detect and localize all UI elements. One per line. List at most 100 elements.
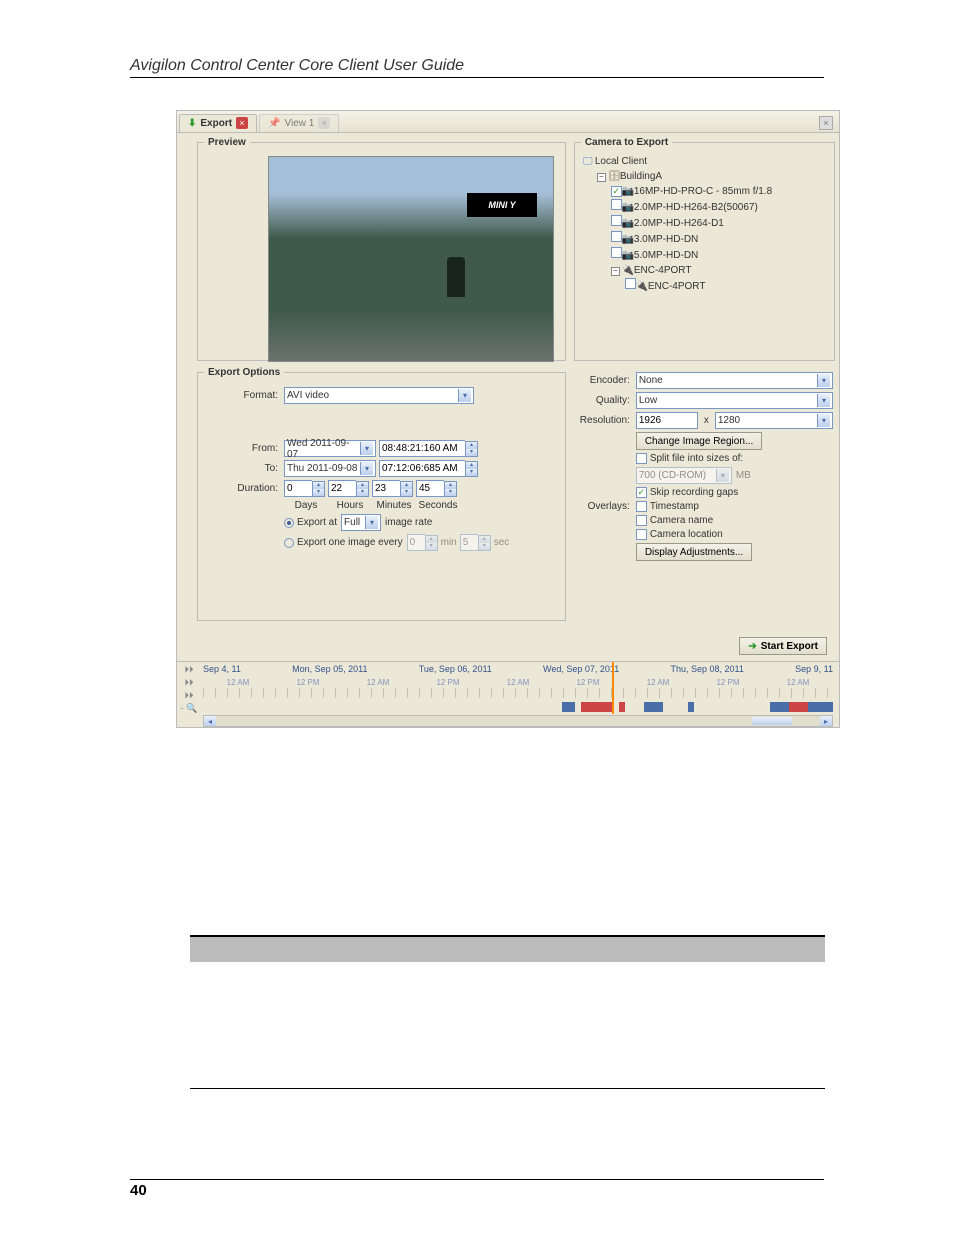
preview-sign-text: MINI Y <box>467 193 537 217</box>
to-time-input[interactable] <box>379 460 465 477</box>
checkbox-icon[interactable] <box>611 215 622 226</box>
step-icon[interactable]: ⏵⏵ <box>184 690 193 701</box>
camera-export-panel: Camera to Export 🖵Local Client −🗄Buildin… <box>574 137 835 361</box>
export-at-rate-select[interactable]: Full▾ <box>341 514 381 531</box>
tab-export[interactable]: ⬇ Export × <box>179 114 257 132</box>
table-header <box>190 936 508 962</box>
resolution-width-input[interactable] <box>636 412 698 429</box>
export-every-sec-input <box>460 534 478 551</box>
camera-icon: 📷 <box>622 232 634 247</box>
encoder-icon: 🔌 <box>636 279 648 294</box>
timeline[interactable]: ⏵⏵ ⏵⏵ ⏵⏵ - 🔍 Sep 4, 11 Mon, Sep 05, 2011… <box>177 661 839 727</box>
camera-item[interactable]: 📷3.0MP-HD-DN <box>611 231 828 247</box>
change-region-button[interactable]: Change Image Region... <box>636 432 762 450</box>
window-close[interactable]: × <box>819 116 833 130</box>
encoder-item[interactable]: −🔌ENC-4PORT 🔌ENC-4PORT <box>611 263 828 294</box>
format-select[interactable]: AVI video ▾ <box>284 387 474 404</box>
tab-view1-label: View 1 <box>285 118 315 129</box>
checkbox-icon[interactable] <box>611 231 622 242</box>
quality-select[interactable]: Low▾ <box>636 392 833 409</box>
tab-export-label: Export <box>200 118 232 129</box>
split-file-check[interactable]: Split file into sizes of: <box>636 453 743 464</box>
from-date-select[interactable]: Wed 2011-09-07▾ <box>284 440 376 457</box>
tab-view1[interactable]: 📌 View 1 × <box>259 114 339 132</box>
timeline-scrollbar[interactable]: ◂ ▸ <box>203 715 833 727</box>
camera-icon: 📷 <box>622 248 634 263</box>
from-label: From: <box>204 443 284 454</box>
export-options-legend: Export Options <box>204 367 284 378</box>
table-cell <box>190 962 508 1088</box>
format-value: AVI video <box>287 390 329 401</box>
overlay-cameralocation-check[interactable]: Camera location <box>636 529 723 540</box>
days-unit: Days <box>284 500 328 511</box>
expand-icon[interactable]: − <box>597 173 606 182</box>
export-window: ⬇ Export × 📌 View 1 × × Preview MINI Y E… <box>176 110 840 728</box>
camera-tree[interactable]: 🖵Local Client −🗄BuildingA ✓📷16MP-HD-PRO-… <box>581 154 828 294</box>
table-header <box>508 936 826 962</box>
checkbox-icon[interactable] <box>611 247 622 258</box>
camera-item[interactable]: 📷2.0MP-HD-H264-B2(50067) <box>611 199 828 215</box>
timeline-ticks <box>203 688 833 698</box>
overlay-timestamp-check[interactable]: Timestamp <box>636 501 699 512</box>
scroll-thumb[interactable] <box>752 717 792 725</box>
checkbox-icon[interactable]: ✓ <box>611 186 622 197</box>
display-adjustments-button[interactable]: Display Adjustments... <box>636 543 752 561</box>
export-icon: ⬇ <box>188 118 196 129</box>
overlays-label: Overlays: <box>576 501 636 512</box>
checkbox-icon[interactable] <box>625 278 636 289</box>
to-date-select[interactable]: Thu 2011-09-08▾ <box>284 460 376 477</box>
chevron-down-icon: ▾ <box>458 389 471 402</box>
timeline-dates: Sep 4, 11 Mon, Sep 05, 2011 Tue, Sep 06,… <box>203 664 833 674</box>
resolution-height-select[interactable]: 1280▾ <box>715 412 833 429</box>
hours-unit: Hours <box>328 500 372 511</box>
expand-icon[interactable]: − <box>611 267 620 276</box>
to-time-spinner[interactable]: ▴▾ <box>465 461 478 477</box>
play-icon[interactable]: ⏵⏵ <box>184 664 193 675</box>
to-label: To: <box>204 463 284 474</box>
start-export-button[interactable]: ➔Start Export <box>739 637 827 655</box>
checkbox-icon[interactable] <box>611 199 622 210</box>
zoom-icon[interactable]: - 🔍 <box>181 703 198 714</box>
camera-item[interactable]: ✓📷16MP-HD-PRO-C - 85mm f/1.8 <box>611 184 828 199</box>
duration-seconds-input[interactable] <box>416 480 444 497</box>
overlay-cameraname-check[interactable]: Camera name <box>636 515 713 526</box>
duration-minutes-input[interactable] <box>372 480 400 497</box>
encoder-child-item[interactable]: 🔌ENC-4PORT <box>625 278 828 294</box>
timeline-marker[interactable] <box>612 662 614 714</box>
encoder-icon: 🔌 <box>622 263 634 278</box>
timeline-controls[interactable]: ⏵⏵ ⏵⏵ ⏵⏵ - 🔍 <box>177 664 201 714</box>
camera-item[interactable]: 📷2.0MP-HD-H264-D1 <box>611 215 828 231</box>
duration-hours-input[interactable] <box>328 480 356 497</box>
table-cell <box>508 962 826 1088</box>
from-time-input[interactable] <box>379 440 465 457</box>
seconds-unit: Seconds <box>416 500 460 511</box>
server-icon: 🗄 <box>608 169 620 184</box>
preview-legend: Preview <box>204 137 250 148</box>
step-icon[interactable]: ⏵⏵ <box>184 677 193 688</box>
timeline-track[interactable] <box>203 702 833 712</box>
tab-view1-close[interactable]: × <box>318 117 330 129</box>
camera-item[interactable]: 📷5.0MP-HD-DN <box>611 247 828 263</box>
from-time-spinner[interactable]: ▴▾ <box>465 441 478 457</box>
export-one-every-radio[interactable]: Export one image every <box>284 537 403 548</box>
doc-table <box>190 935 825 1089</box>
export-at-suffix: image rate <box>385 517 432 528</box>
camera-icon: 📷 <box>622 216 634 231</box>
camera-export-legend: Camera to Export <box>581 137 672 148</box>
scroll-right-icon[interactable]: ▸ <box>820 716 832 726</box>
encoder-label: Encoder: <box>576 375 636 386</box>
preview-image: MINI Y <box>268 156 554 362</box>
export-at-radio[interactable]: Export at <box>284 517 337 528</box>
preview-panel: Preview MINI Y <box>197 137 566 361</box>
scroll-left-icon[interactable]: ◂ <box>204 716 216 726</box>
quality-label: Quality: <box>576 395 636 406</box>
tab-export-close[interactable]: × <box>236 117 248 129</box>
duration-days-input[interactable] <box>284 480 312 497</box>
minutes-unit: Minutes <box>372 500 416 511</box>
preview-silhouette <box>447 257 465 297</box>
page-header: Avigilon Control Center Core Client User… <box>130 57 824 78</box>
pushpin-icon: 📌 <box>268 118 280 129</box>
timeline-hours: 12 AM12 PM12 AM12 PM12 AM12 PM12 AM12 PM… <box>203 678 833 687</box>
encoder-select[interactable]: None▾ <box>636 372 833 389</box>
skip-gaps-check[interactable]: ✓Skip recording gaps <box>636 487 738 498</box>
